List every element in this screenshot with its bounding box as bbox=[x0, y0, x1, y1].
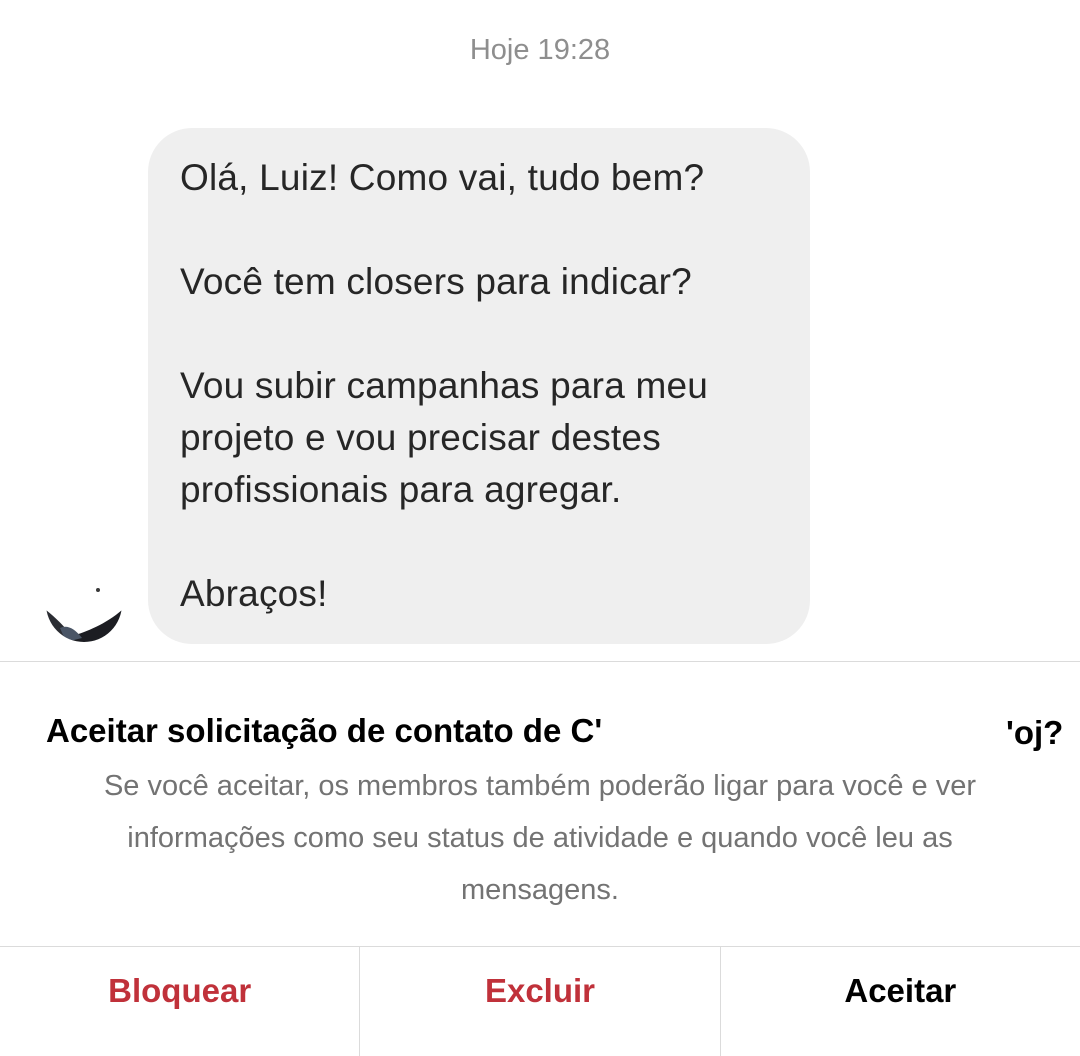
avatar-photo-icon bbox=[46, 566, 122, 642]
block-button[interactable]: Bloquear bbox=[0, 947, 359, 1056]
message-timestamp: Hoje 19:28 bbox=[469, 34, 611, 66]
request-title-tail: 'oj? bbox=[1006, 714, 1064, 751]
request-description: Se você aceitar, os membros também poder… bbox=[103, 770, 977, 906]
message-bubble[interactable]: Olá, Luiz! Como vai, tudo bem? Você tem … bbox=[148, 128, 810, 644]
redaction-mask bbox=[616, 682, 1050, 750]
message-row: Olá, Luiz! Como vai, tudo bem? Você tem … bbox=[0, 128, 1080, 646]
sender-avatar[interactable] bbox=[46, 566, 122, 642]
message-paragraph: Você tem closers para indicar? bbox=[180, 261, 692, 302]
message-paragraph: Abraços! bbox=[180, 573, 328, 614]
delete-button[interactable]: Excluir bbox=[359, 947, 719, 1056]
accept-button[interactable]: Aceitar bbox=[719, 947, 1080, 1056]
message-paragraph: Olá, Luiz! Como vai, tudo bem? bbox=[180, 157, 705, 198]
message-paragraph: Vou subir campanhas para meu projeto e v… bbox=[180, 365, 709, 510]
divider bbox=[0, 661, 1080, 662]
request-actions: Bloquear Excluir Aceitar bbox=[0, 947, 1080, 1056]
